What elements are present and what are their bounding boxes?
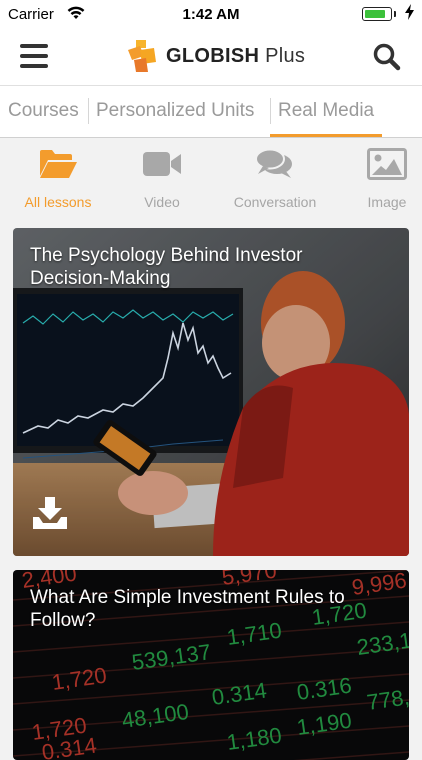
lesson-type-filters: All lessons Video Conversation Image xyxy=(0,138,422,218)
filter-label: Image xyxy=(367,194,407,210)
charging-icon xyxy=(405,4,414,23)
filter-conversation[interactable]: Conversation xyxy=(225,146,325,210)
content-tabs: Courses Personalized Units Real Media xyxy=(0,85,422,138)
lesson-title: The Psychology Behind Investor Decision-… xyxy=(30,245,303,289)
image-icon xyxy=(352,146,422,182)
filter-video[interactable]: Video xyxy=(122,146,202,210)
folder-open-icon xyxy=(18,146,98,182)
filter-label: Video xyxy=(144,194,180,210)
menu-icon[interactable] xyxy=(20,44,48,68)
download-icon[interactable] xyxy=(33,497,67,534)
clock: 1:42 AM xyxy=(182,6,240,23)
tab-courses[interactable]: Courses xyxy=(8,100,79,122)
lesson-card[interactable]: 2,4005,9709,9961,720539,1371,7101,720233… xyxy=(13,570,409,760)
battery-icon xyxy=(362,7,392,21)
lesson-card[interactable]: The Psychology Behind Investor Decision-… xyxy=(13,228,409,556)
lesson-title: What Are Simple Investment Rules to Foll… xyxy=(30,587,345,631)
globish-logo-icon xyxy=(128,40,156,72)
app-header: GLOBISH Plus xyxy=(0,30,422,85)
video-camera-icon xyxy=(122,146,202,182)
filter-image[interactable]: Image xyxy=(352,146,422,210)
chat-bubbles-icon xyxy=(225,146,325,182)
tab-divider xyxy=(270,98,271,124)
battery-tip xyxy=(394,11,396,17)
filter-all-lessons[interactable]: All lessons xyxy=(18,146,98,210)
logo-plus-text: Plus xyxy=(265,44,306,67)
tab-real-media[interactable]: Real Media xyxy=(278,100,374,122)
status-bar: Carrier 1:42 AM xyxy=(0,0,422,30)
app-logo: GLOBISH Plus xyxy=(124,38,305,74)
tab-divider xyxy=(88,98,89,124)
filter-label: Conversation xyxy=(233,194,317,210)
tab-personalized-units[interactable]: Personalized Units xyxy=(96,100,254,122)
search-icon[interactable] xyxy=(372,42,402,72)
filter-label: All lessons xyxy=(24,194,92,210)
logo-bold-text: GLOBISH xyxy=(166,44,260,67)
active-tab-indicator xyxy=(270,134,382,137)
